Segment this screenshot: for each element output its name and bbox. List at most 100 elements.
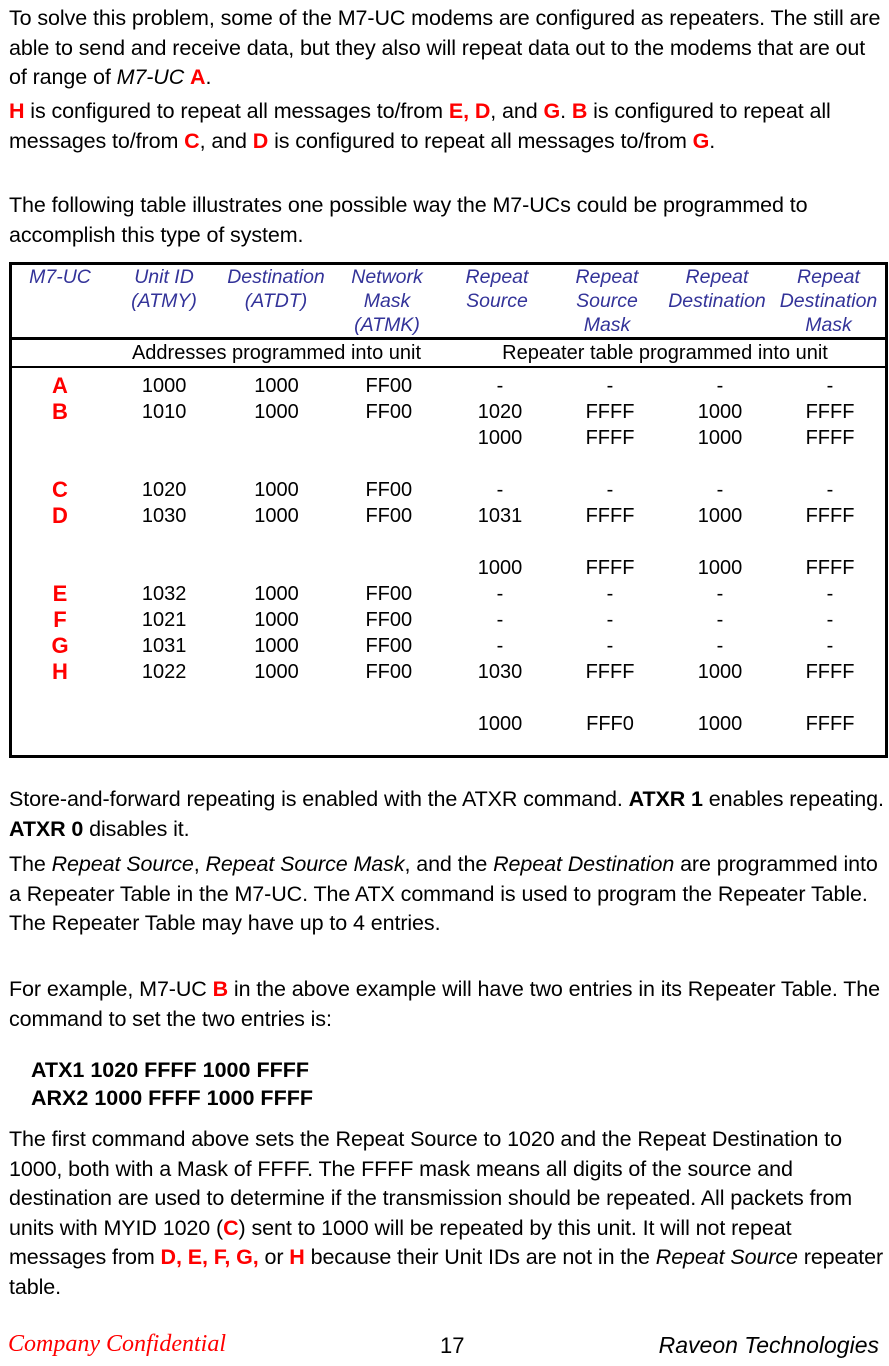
row-letter-a: A (52, 373, 68, 398)
p4-text-3: disables it. (83, 816, 190, 841)
rep-h1-destination: 1000 (697, 661, 743, 683)
rep-h1-destination-mask: FFFF (805, 661, 855, 683)
rep-d1-source-mask: FFFF (585, 505, 635, 527)
p4-text-2: enables repeating. (702, 787, 884, 811)
table-group-header-row: Addresses programmed into unit Repeater … (12, 340, 885, 368)
rep-a1-destination-mask: - (826, 375, 834, 397)
addr-a-unit-id: 1000 (141, 375, 187, 397)
row-letter-c: C (52, 477, 68, 502)
header-unit-id: Unit ID (ATMY) (108, 265, 220, 340)
p5-term-repeat-source: Repeat Source (51, 852, 194, 876)
paragraph-atxr: Store-and-forward repeating is enabled w… (9, 785, 884, 844)
rep-h2-destination-mask: FFFF (805, 713, 855, 735)
addr-row-c: 1020 1000 FF00 (108, 477, 445, 503)
header-repeat-destination-mask: Repeat Destination Mask (772, 265, 885, 340)
addr-b-network-mask: FF00 (365, 401, 413, 423)
rep-d2-destination-mask: FFFF (805, 557, 855, 579)
rep-e1-source-mask: - (606, 583, 614, 605)
rep-b2-destination: 1000 (697, 427, 743, 449)
row-letter-b: B (52, 399, 68, 424)
p4-cmd-atxr1: ATXR 1 (628, 787, 703, 811)
p7-text-4: because their Unit IDs are not in the (304, 1245, 656, 1269)
rep-d1-destination: 1000 (697, 505, 743, 527)
rep-a1-source: - (496, 375, 504, 397)
addr-row-a: 1000 1000 FF00 (108, 373, 445, 399)
addr-row-g: 1031 1000 FF00 (108, 633, 445, 659)
rep-d2-source-mask: FFFF (585, 557, 635, 579)
p5-text-1: The (9, 852, 52, 876)
rep-b2-source: 1000 (477, 427, 523, 449)
rep-e1-destination-mask: - (826, 583, 834, 605)
addr-b-destination: 1000 (254, 401, 299, 423)
rep-d2-source: 1000 (477, 557, 523, 579)
p6-node-b: B (212, 977, 229, 1001)
rep-c1-destination-mask: - (826, 479, 834, 501)
table-group-header-section: Addresses programmed into unit Repeater … (12, 340, 885, 368)
rep-h2-source-mask: FFF0 (586, 713, 634, 735)
rep-g1-destination: - (716, 635, 724, 657)
p4-cmd-atxr0: ATXR 0 (9, 816, 84, 841)
rep-b2-source-mask: FFFF (585, 427, 635, 449)
addr-c-destination: 1000 (254, 479, 299, 501)
p7-term-repeat-source: Repeat Source (655, 1245, 798, 1269)
footer-confidential-notice: Company Confidential (8, 1331, 226, 1357)
addr-row-h: 1022 1000 FF00 (108, 659, 445, 685)
p7-node-h: H (289, 1245, 305, 1269)
rep-h1-source-mask: FFFF (585, 661, 635, 683)
p2-node-c: C (184, 128, 200, 153)
p1-node-a: A (190, 65, 206, 89)
header-destination: Destination (ATDT) (220, 265, 332, 340)
addr-h-unit-id: 1022 (141, 661, 187, 683)
addr-row-d: 1030 1000 FF00 (108, 503, 445, 529)
table-body-table: A B C D E F G H 1000 1000 FF00 1010 1000… (12, 368, 885, 755)
document-page: To solve this problem, some of the M7-UC… (0, 0, 889, 1366)
p2-node-ed: E, D (448, 99, 491, 123)
rep-f1-source: - (496, 609, 504, 631)
addr-a-destination: 1000 (254, 375, 299, 397)
p2-node-g2: G (692, 128, 710, 153)
paragraph-intro: To solve this problem, some of the M7-UC… (9, 4, 884, 93)
rep-row-a-1: - - - - (445, 373, 885, 399)
row-letter-g: G (51, 633, 69, 658)
p7-nodes-defg: D, E, F, G, (160, 1245, 259, 1269)
addr-e-unit-id: 1032 (141, 583, 187, 605)
table-header-section: M7-UC Unit ID (ATMY) Destination (ATDT) … (12, 265, 885, 340)
rep-c1-destination: - (716, 479, 724, 501)
p2-node-d: D (252, 128, 269, 153)
addr-c-network-mask: FF00 (365, 479, 413, 501)
footer-page-number: 17 (440, 1333, 465, 1358)
header-m7uc: M7-UC (12, 265, 108, 340)
rep-b1-destination: 1000 (697, 401, 743, 423)
rep-a1-destination: - (716, 375, 724, 397)
cell-letters: A B C D E F G H (12, 368, 108, 755)
header-network-mask: Network Mask (ATMK) (332, 265, 442, 340)
rep-f1-destination: - (716, 609, 724, 631)
header-repeat-source: Repeat Source (442, 265, 552, 340)
rep-g1-destination-mask: - (826, 635, 834, 657)
paragraph-repeater-table: The Repeat Source, Repeat Source Mask, a… (9, 850, 884, 939)
p5-term-repeat-destination: Repeat Destination (493, 852, 675, 876)
rep-g1-source-mask: - (606, 635, 614, 657)
header-repeat-source-mask: Repeat Source Mask (552, 265, 662, 340)
row-letter-d: D (52, 503, 68, 528)
table-body-row: A B C D E F G H 1000 1000 FF00 1010 1000… (12, 368, 885, 755)
rep-row-d-2: 1000 FFFF 1000 FFFF (445, 555, 885, 581)
row-letter-e: E (52, 581, 68, 606)
p2-node-h: H (9, 99, 25, 123)
p7-node-c: C (223, 1215, 239, 1240)
addr-f-destination: 1000 (254, 609, 299, 631)
addr-row-f: 1021 1000 FF00 (108, 607, 445, 633)
rep-row-f-1: - - - - (445, 607, 885, 633)
rep-row-d-1: 1031 FFFF 1000 FFFF (445, 503, 885, 529)
rep-b1-destination-mask: FFFF (805, 401, 855, 423)
group-header-spacer (12, 340, 108, 368)
p2-node-g1: G (543, 99, 561, 123)
p1-m7uc-italic: M7-UC (116, 65, 185, 89)
cell-addresses: 1000 1000 FF00 1010 1000 FF00 1020 1000 … (108, 368, 445, 755)
row-letter-h: H (52, 659, 68, 684)
rep-row-g-1: - - - - (445, 633, 885, 659)
addr-d-unit-id: 1030 (141, 505, 187, 527)
header-repeat-destination: Repeat Destination (662, 265, 772, 340)
rep-d2-destination: 1000 (697, 557, 743, 579)
rep-h2-source: 1000 (477, 713, 523, 735)
